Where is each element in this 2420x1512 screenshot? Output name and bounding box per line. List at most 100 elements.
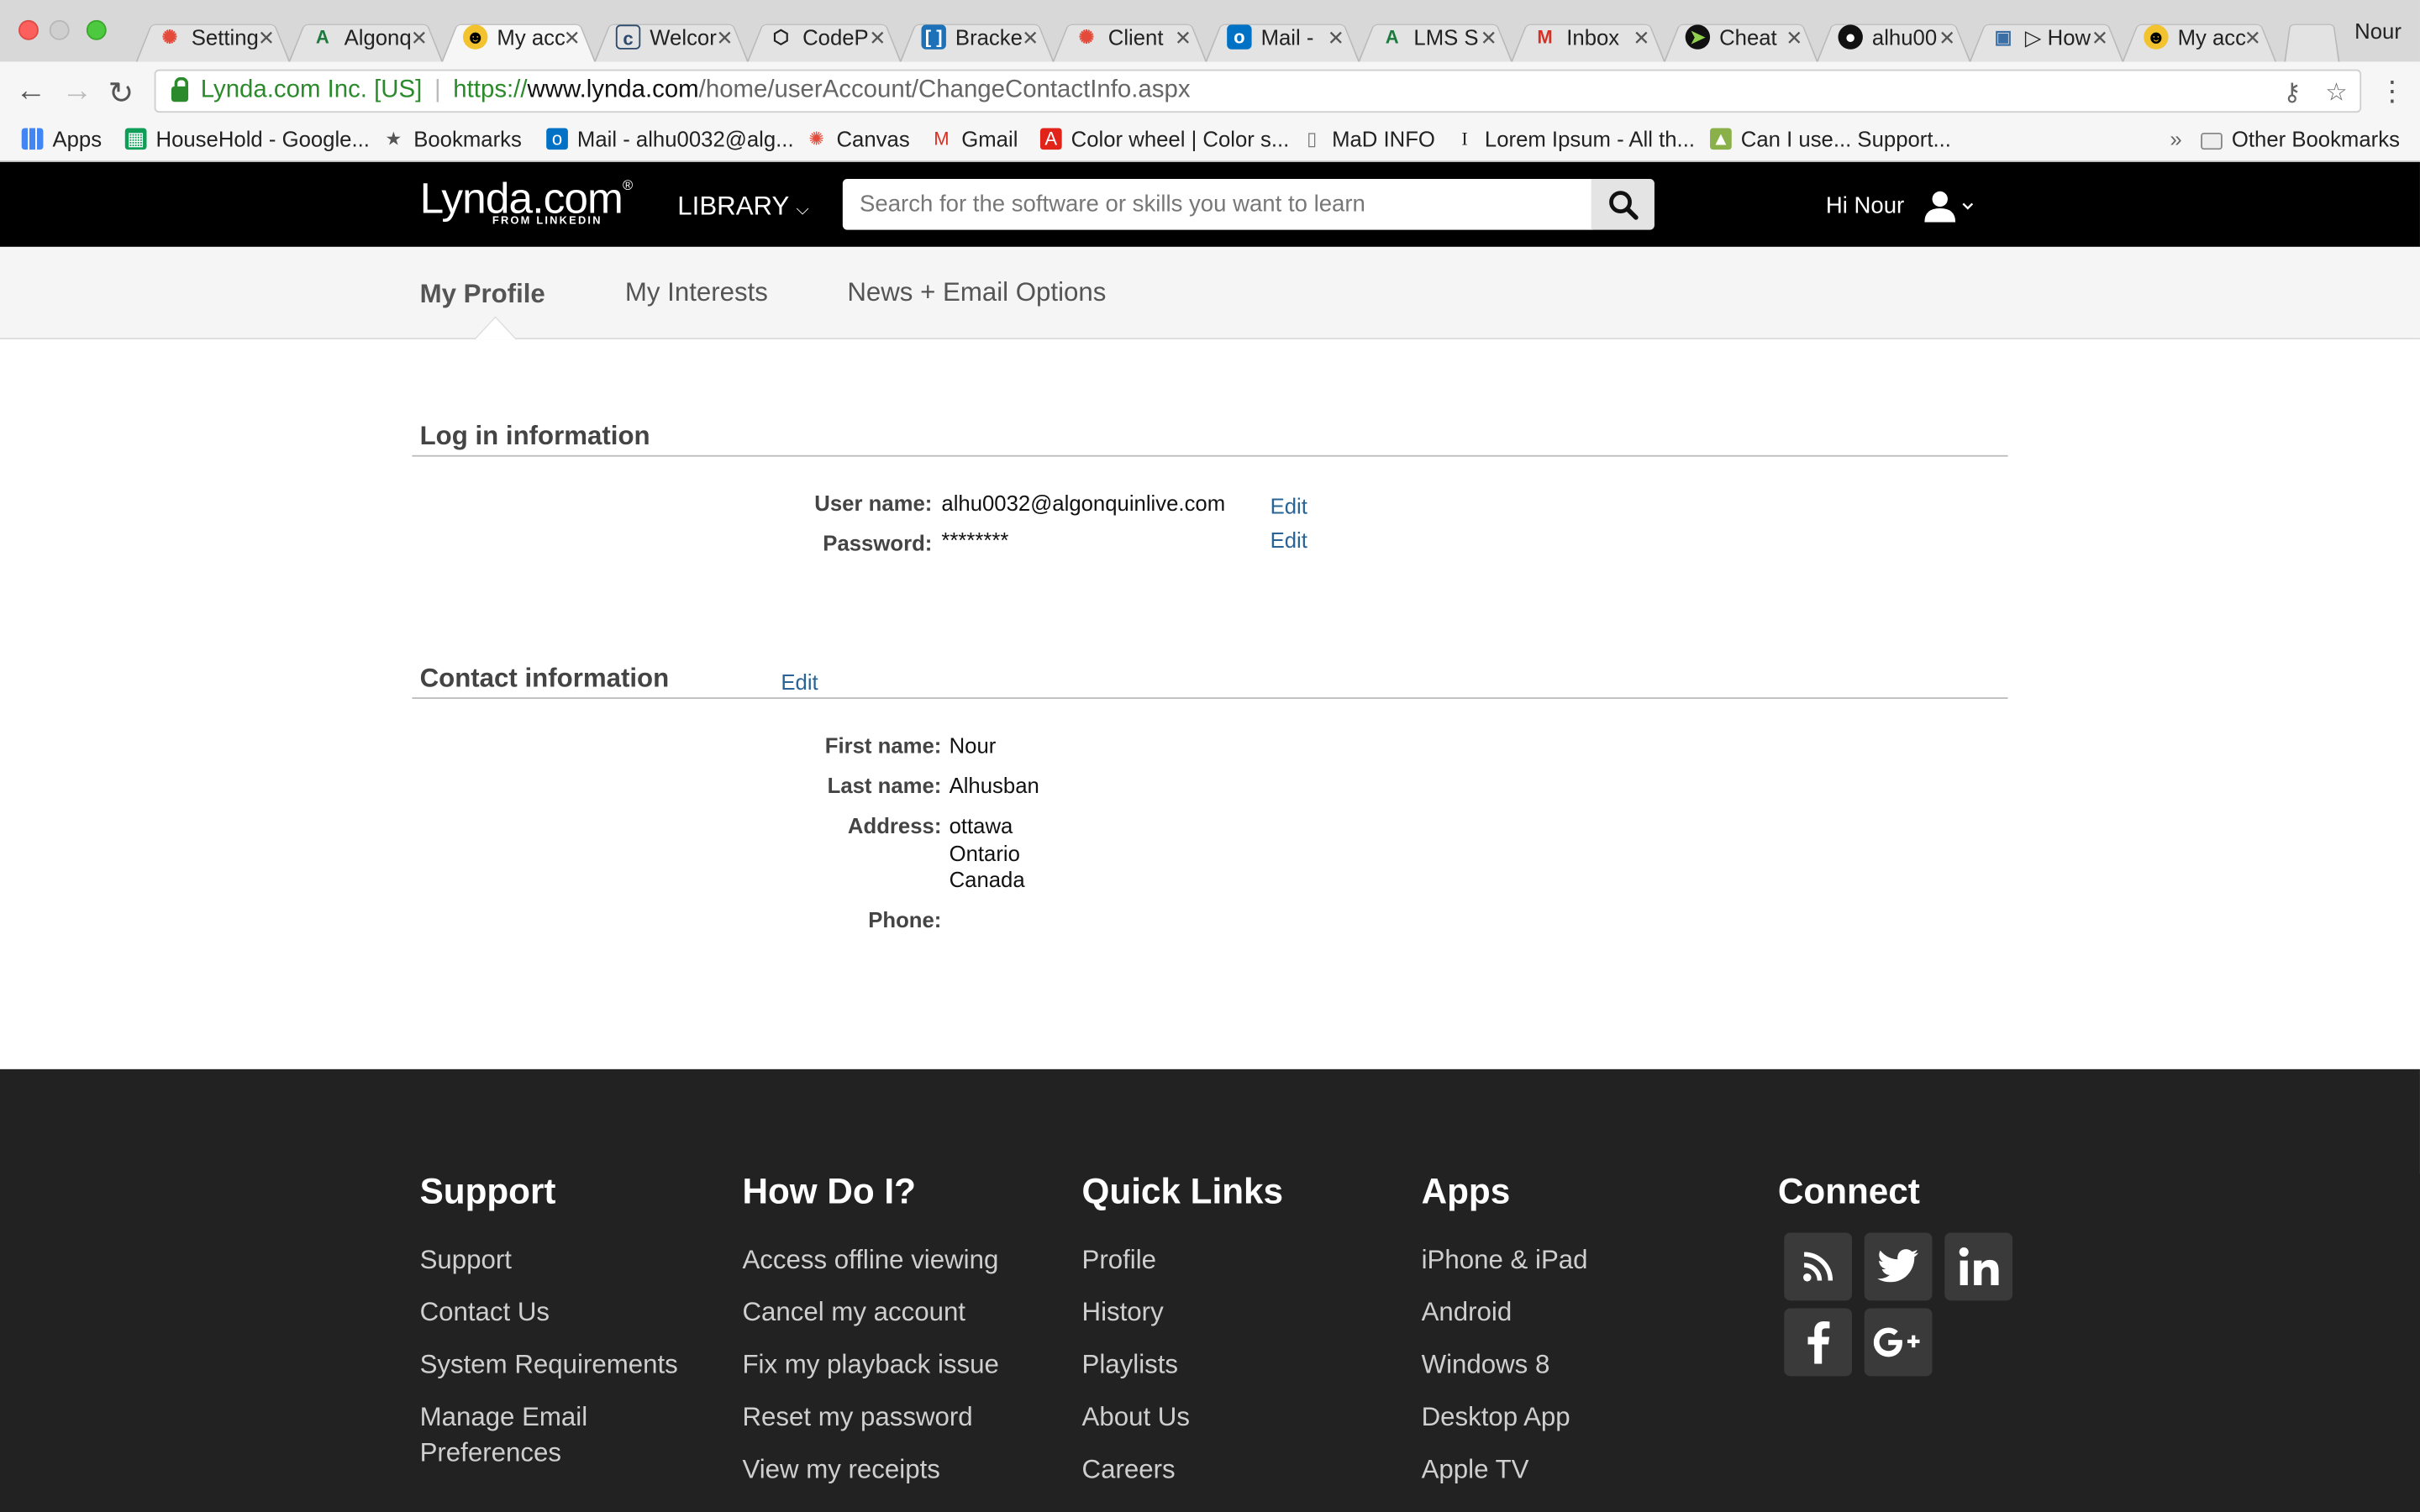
edit-password-link[interactable]: Edit — [1270, 528, 1307, 552]
adobe-icon: A — [1039, 128, 1062, 150]
footer-link[interactable]: Support — [420, 1242, 512, 1278]
new-tab-button[interactable] — [2284, 13, 2339, 62]
profile-tabs: My Profile My Interests News + Email Opt… — [0, 246, 2420, 340]
tab-news-email-options[interactable]: News + Email Options — [847, 278, 1106, 309]
linkedin-link[interactable] — [1944, 1232, 2013, 1301]
library-menu[interactable]: LIBRARY ⌵ — [677, 192, 809, 223]
browser-tab[interactable]: o Mail - ✕ — [1205, 13, 1360, 62]
back-arrow-icon[interactable]: ← — [15, 74, 46, 109]
user-greeting[interactable]: Hi Nour — [1826, 193, 1904, 219]
close-tab-icon[interactable]: ✕ — [1481, 26, 1497, 50]
tab-my-interests[interactable]: My Interests — [625, 278, 768, 309]
close-tab-icon[interactable]: ✕ — [716, 26, 733, 50]
browser-tab-active[interactable]: ☻ My acc ✕ — [441, 13, 596, 62]
browser-tab[interactable]: [ ] Bracke ✕ — [900, 13, 1055, 62]
browser-tab[interactable]: ● alhu00 ✕ — [1817, 13, 1971, 62]
close-tab-icon[interactable]: ✕ — [1633, 26, 1649, 50]
footer-link[interactable]: Cancel my account — [742, 1294, 965, 1330]
bookmark-item[interactable]: o Mail - alhu0032@alg... — [546, 127, 794, 151]
browser-tab[interactable]: ⬡ CodeP ✕ — [747, 13, 902, 62]
close-tab-icon[interactable]: ✕ — [1175, 26, 1192, 50]
user-menu[interactable] — [1923, 190, 1979, 232]
footer-link[interactable]: History — [1082, 1294, 1164, 1330]
footer-link[interactable]: View my receipts — [742, 1452, 939, 1487]
key-icon[interactable]: ⚷ — [2283, 77, 2302, 108]
footer-link[interactable]: Contact Us — [420, 1294, 550, 1330]
footer-link[interactable]: System Requirements — [420, 1347, 678, 1382]
footer-link[interactable]: Access offline viewing — [742, 1242, 998, 1278]
bookmark-item[interactable]: ★ Bookmarks — [383, 127, 521, 151]
footer-link[interactable]: iPhone & iPad — [1422, 1242, 1588, 1278]
address-bar[interactable]: Lynda.com Inc. [US] | https://www.lynda.… — [154, 69, 2362, 113]
footer-link[interactable]: Apple TV — [1422, 1452, 1529, 1487]
browser-tab[interactable]: A Algonq ✕ — [288, 13, 443, 62]
browser-tab[interactable]: A LMS S ✕ — [1358, 13, 1512, 62]
close-tab-icon[interactable]: ✕ — [2244, 26, 2261, 50]
username-value: alhu0032@algonquinlive.com — [941, 491, 1226, 516]
footer-link[interactable]: Reset my password — [742, 1399, 972, 1435]
gmail-icon: M — [934, 128, 950, 150]
footer-heading-quick-links: Quick Links — [1081, 1171, 1283, 1211]
footer-link[interactable]: Android — [1422, 1294, 1512, 1330]
star-icon[interactable]: ☆ — [2325, 77, 2347, 108]
footer-heading-support: Support — [419, 1171, 556, 1211]
close-window-button[interactable] — [18, 19, 39, 40]
browser-tab[interactable]: M Inbox ✕ — [1511, 13, 1665, 62]
browser-tab[interactable]: ➤ Cheat ✕ — [1664, 13, 1818, 62]
sheets-icon: ▦ — [124, 128, 147, 150]
tab-my-profile[interactable]: My Profile — [420, 279, 545, 310]
rss-link[interactable] — [1784, 1232, 1853, 1301]
footer-link[interactable]: Fix my playback issue — [742, 1347, 998, 1382]
close-tab-icon[interactable]: ✕ — [869, 26, 886, 50]
other-bookmarks[interactable]: Other Bookmarks — [2201, 127, 2400, 151]
browser-tab[interactable]: ✺ Setting ✕ — [136, 13, 291, 62]
reload-icon[interactable]: ↻ — [108, 74, 134, 113]
close-tab-icon[interactable]: ✕ — [411, 26, 428, 50]
browser-tab[interactable]: ✺ Client ✕ — [1053, 13, 1207, 62]
bookmark-item[interactable]: M Gmail — [931, 127, 1018, 151]
search-input[interactable]: Search for the software or skills you wa… — [842, 179, 1593, 230]
footer-link[interactable]: Windows 8 — [1422, 1347, 1550, 1382]
bookmark-item[interactable]: I Lorem Ipsum - All th... — [1454, 127, 1695, 151]
active-tab-indicator-fill — [475, 318, 516, 340]
bookmark-item[interactable]: Apps — [21, 127, 102, 151]
close-tab-icon[interactable]: ✕ — [1939, 26, 1955, 50]
browser-profile-name[interactable]: Nour — [2354, 18, 2402, 43]
forward-arrow-icon[interactable]: → — [61, 74, 92, 109]
url-host: www.lynda.com — [527, 76, 699, 104]
footer-link[interactable]: Playlists — [1082, 1347, 1179, 1382]
close-tab-icon[interactable]: ✕ — [258, 26, 275, 50]
close-tab-icon[interactable]: ✕ — [1022, 26, 1039, 50]
facebook-link[interactable] — [1784, 1308, 1853, 1377]
minimize-window-button[interactable] — [49, 19, 70, 40]
bookmarks-overflow-button[interactable]: » — [2170, 127, 2181, 151]
footer-link[interactable]: Desktop App — [1422, 1399, 1570, 1435]
google-plus-link[interactable] — [1864, 1308, 1933, 1377]
browser-tab[interactable]: ▣ ▷ How ✕ — [1970, 13, 2124, 62]
folder-icon — [2201, 132, 2223, 150]
footer-link[interactable]: Manage Email — [420, 1399, 588, 1435]
close-tab-icon[interactable]: ✕ — [2091, 26, 2108, 50]
browser-tab[interactable]: c Welcor ✕ — [594, 13, 749, 62]
footer-link[interactable]: Careers — [1082, 1452, 1176, 1487]
search-button[interactable] — [1591, 179, 1655, 230]
bookmark-item[interactable]: ✺ Canvas — [806, 127, 909, 151]
bookmark-item[interactable]: ▦ HouseHold - Google... — [124, 127, 370, 151]
address-line: Canada — [949, 867, 1025, 892]
menu-dots-icon[interactable]: ⋮ — [2378, 76, 2406, 108]
browser-tab[interactable]: ☻ My acc ✕ — [2122, 13, 2276, 62]
address-label: Address: — [847, 812, 942, 838]
bookmark-item[interactable]: ▯ MaD INFO — [1301, 127, 1435, 151]
footer-link[interactable]: About Us — [1082, 1399, 1190, 1435]
twitter-link[interactable] — [1864, 1232, 1933, 1301]
maximize-window-button[interactable] — [86, 19, 107, 40]
footer-link[interactable]: Profile — [1082, 1242, 1157, 1278]
bookmark-item[interactable]: ▲ Can I use... Support... — [1710, 127, 1951, 151]
edit-username-link[interactable]: Edit — [1270, 494, 1307, 518]
bookmark-item[interactable]: A Color wheel | Color s... — [1039, 127, 1289, 151]
close-tab-icon[interactable]: ✕ — [1786, 26, 1802, 50]
close-tab-icon[interactable]: ✕ — [564, 26, 581, 50]
footer-link[interactable]: Preferences — [420, 1435, 561, 1470]
edit-contact-link[interactable]: Edit — [781, 669, 818, 694]
close-tab-icon[interactable]: ✕ — [1328, 26, 1344, 50]
